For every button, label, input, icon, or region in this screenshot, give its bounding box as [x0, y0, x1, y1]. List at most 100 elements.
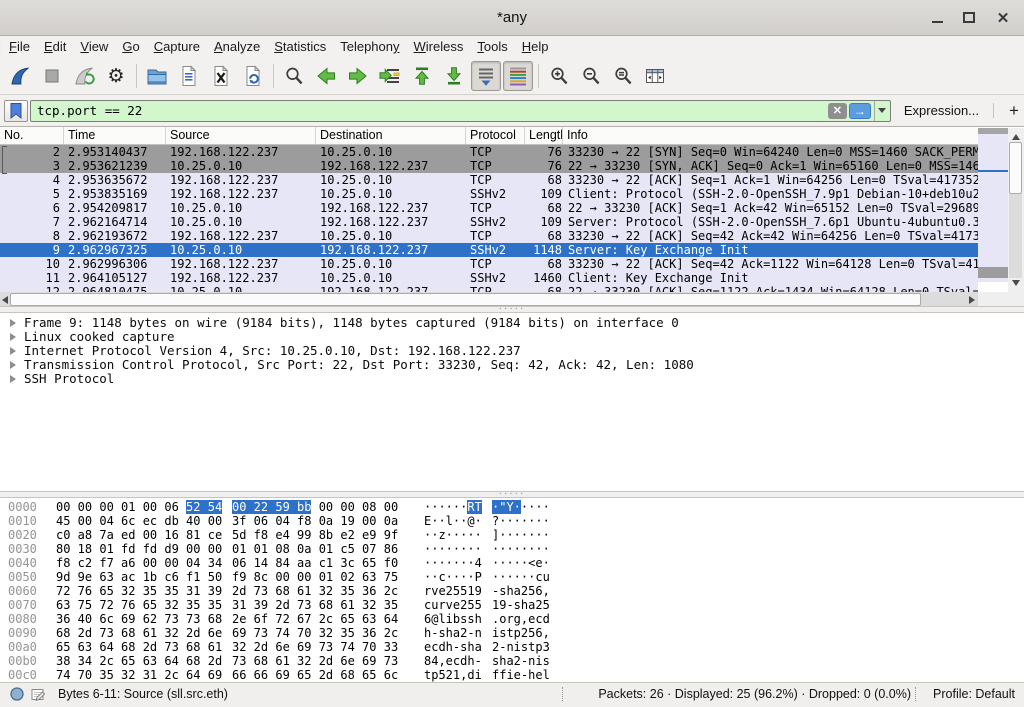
packet-list-vscrollbar[interactable]	[1008, 128, 1024, 292]
filter-bookmark-button[interactable]	[4, 100, 28, 122]
menu-file[interactable]: File	[2, 37, 37, 56]
hex-row-0080[interactable]: 008036 40 6c 69 62 73 73 682e 6f 72 67 2…	[0, 612, 1024, 626]
column-header-source[interactable]: Source	[166, 127, 316, 144]
hex-row-0070[interactable]: 007063 75 72 76 65 32 35 3531 39 2d 73 6…	[0, 598, 1024, 612]
column-header-protocol[interactable]: Protocol	[466, 127, 525, 144]
packet-row-11[interactable]: 112.964105127192.168.122.23710.25.0.10SS…	[0, 271, 978, 285]
packet-row-8[interactable]: 82.962193672192.168.122.23710.25.0.10TCP…	[0, 229, 978, 243]
minimize-button[interactable]	[922, 0, 952, 35]
column-header-destination[interactable]: Destination	[316, 127, 466, 144]
capture-restart-button[interactable]	[69, 61, 99, 91]
expand-triangle-icon[interactable]	[10, 375, 16, 383]
hex-row-0030[interactable]: 003080 18 01 fd fd d9 00 0001 01 08 0a 0…	[0, 542, 1024, 556]
column-header-no[interactable]: No.	[0, 127, 64, 144]
hscroll-thumb[interactable]	[10, 293, 921, 306]
menu-help[interactable]: Help	[515, 37, 556, 56]
menu-telephony[interactable]: Telephony	[333, 37, 406, 56]
file-save-button[interactable]	[174, 61, 204, 91]
expert-info-button[interactable]	[10, 687, 24, 706]
detail-line-3[interactable]: Transmission Control Protocol, Src Port:…	[0, 358, 1024, 372]
packet-row-9[interactable]: 92.96296732510.25.0.10192.168.122.237SSH…	[0, 243, 978, 257]
scroll-right-arrow-icon[interactable]	[969, 296, 975, 304]
find-packet-button[interactable]	[279, 61, 309, 91]
zoom-in-button[interactable]	[544, 61, 574, 91]
file-close-button[interactable]	[206, 61, 236, 91]
vscroll-track[interactable]	[1009, 194, 1022, 278]
scroll-left-arrow-icon[interactable]	[2, 296, 8, 304]
intelligent-scrollbar-map[interactable]	[978, 128, 1008, 292]
maximize-button[interactable]	[954, 0, 984, 35]
menu-view[interactable]: View	[73, 37, 115, 56]
expand-triangle-icon[interactable]	[10, 319, 16, 327]
capture-comment-button[interactable]	[31, 687, 46, 707]
packet-list-rows: 22.953140437192.168.122.23710.25.0.10TCP…	[0, 145, 978, 292]
hex-row-00a0[interactable]: 00a065 63 64 68 2d 73 68 6132 2d 6e 69 7…	[0, 640, 1024, 654]
add-filter-button[interactable]: +	[1004, 101, 1024, 121]
hex-offset: 00a0	[8, 640, 37, 654]
detail-line-0[interactable]: Frame 9: 1148 bytes on wire (9184 bits),…	[0, 316, 1024, 330]
detail-line-4[interactable]: SSH Protocol	[0, 372, 1024, 386]
go-back-button[interactable]	[311, 61, 341, 91]
menu-statistics[interactable]: Statistics	[267, 37, 333, 56]
menu-go[interactable]: Go	[115, 37, 146, 56]
go-forward-button[interactable]	[343, 61, 373, 91]
zoom-out-button[interactable]	[576, 61, 606, 91]
menu-edit[interactable]: Edit	[37, 37, 73, 56]
display-filter-input[interactable]: tcp.port == 22 ✕ →	[30, 100, 891, 122]
hex-row-00b0[interactable]: 00b038 34 2c 65 63 64 68 2d73 68 61 32 2…	[0, 654, 1024, 668]
filter-history-dropdown[interactable]	[874, 101, 890, 121]
expand-triangle-icon[interactable]	[10, 361, 16, 369]
close-button[interactable]: ✕	[988, 0, 1018, 35]
expand-triangle-icon[interactable]	[10, 333, 16, 341]
filter-apply-button[interactable]: →	[849, 103, 871, 119]
packet-row-4[interactable]: 42.953635672192.168.122.23710.25.0.10TCP…	[0, 173, 978, 187]
hex-row-0010[interactable]: 001045 00 04 6c ec db 40 003f 06 04 f8 0…	[0, 514, 1024, 528]
packet-row-3[interactable]: 32.95362123910.25.0.10192.168.122.237TCP…	[0, 159, 978, 173]
hex-row-0060[interactable]: 006072 76 65 32 35 35 31 392d 73 68 61 3…	[0, 584, 1024, 598]
hex-row-0050[interactable]: 00509d 9e 63 ac 1b c6 f1 50f9 8c 00 00 0…	[0, 570, 1024, 584]
expression-link[interactable]: Expression...	[904, 103, 979, 118]
detail-line-1[interactable]: Linux cooked capture	[0, 330, 1024, 344]
pane-splitter-bottom[interactable]: ·····	[0, 491, 1024, 498]
column-header-info[interactable]: Info	[563, 127, 978, 144]
zoom-original-button[interactable]	[608, 61, 638, 91]
go-top-button[interactable]	[407, 61, 437, 91]
hex-row-0090[interactable]: 009068 2d 73 68 61 32 2d 6e69 73 74 70 3…	[0, 626, 1024, 640]
packet-list-hscrollbar[interactable]	[0, 292, 978, 307]
expand-triangle-icon[interactable]	[10, 347, 16, 355]
detail-line-2[interactable]: Internet Protocol Version 4, Src: 10.25.…	[0, 344, 1024, 358]
packet-row-10[interactable]: 102.962996306192.168.122.23710.25.0.10TC…	[0, 257, 978, 271]
scroll-down-arrow-icon[interactable]	[1012, 280, 1020, 286]
menu-tools[interactable]: Tools	[470, 37, 514, 56]
hex-row-00c0[interactable]: 00c074 70 35 32 31 2c 64 6966 66 69 65 2…	[0, 668, 1024, 682]
go-bottom-button[interactable]	[439, 61, 469, 91]
hex-row-0040[interactable]: 0040f8 c2 f7 a6 00 00 04 3406 14 84 aa c…	[0, 556, 1024, 570]
hex-row-0020[interactable]: 0020c0 a8 7a ed 00 16 81 ce5d f8 e4 99 8…	[0, 528, 1024, 542]
menu-analyze[interactable]: Analyze	[207, 37, 267, 56]
packet-row-2[interactable]: 22.953140437192.168.122.23710.25.0.10TCP…	[0, 145, 978, 159]
pane-splitter-top[interactable]: ·····	[0, 306, 1024, 313]
menu-wireless[interactable]: Wireless	[407, 37, 471, 56]
go-to-packet-button[interactable]	[375, 61, 405, 91]
column-header-time[interactable]: Time	[64, 127, 166, 144]
capture-options-button[interactable]: ⚙	[101, 61, 131, 91]
packet-row-6[interactable]: 62.95420981710.25.0.10192.168.122.237TCP…	[0, 201, 978, 215]
file-open-button[interactable]	[142, 61, 172, 91]
status-profile[interactable]: Profile: Default	[933, 687, 1015, 701]
packet-row-12[interactable]: 122.96481047510.25.0.10192.168.122.237TC…	[0, 285, 978, 292]
hex-row-0000[interactable]: 000000 00 00 01 00 06 52 5400 22 59 bb 0…	[0, 500, 1024, 514]
menu-capture[interactable]: Capture	[147, 37, 207, 56]
file-reload-button[interactable]	[238, 61, 268, 91]
column-header-length[interactable]: Length	[525, 127, 563, 144]
resize-columns-button[interactable]	[640, 61, 670, 91]
packet-row-7[interactable]: 72.96216471410.25.0.10192.168.122.237SSH…	[0, 215, 978, 229]
capture-stop-button[interactable]	[37, 61, 67, 91]
packet-row-5[interactable]: 52.953835169192.168.122.23710.25.0.10SSH…	[0, 187, 978, 201]
auto-scroll-button[interactable]	[471, 61, 501, 91]
filter-clear-button[interactable]: ✕	[828, 103, 847, 119]
cell-proto: TCP	[470, 173, 492, 187]
capture-start-button[interactable]	[5, 61, 35, 91]
scroll-up-arrow-icon[interactable]	[1012, 134, 1020, 140]
colorize-button[interactable]	[503, 61, 533, 91]
vscroll-thumb[interactable]	[1009, 142, 1022, 194]
